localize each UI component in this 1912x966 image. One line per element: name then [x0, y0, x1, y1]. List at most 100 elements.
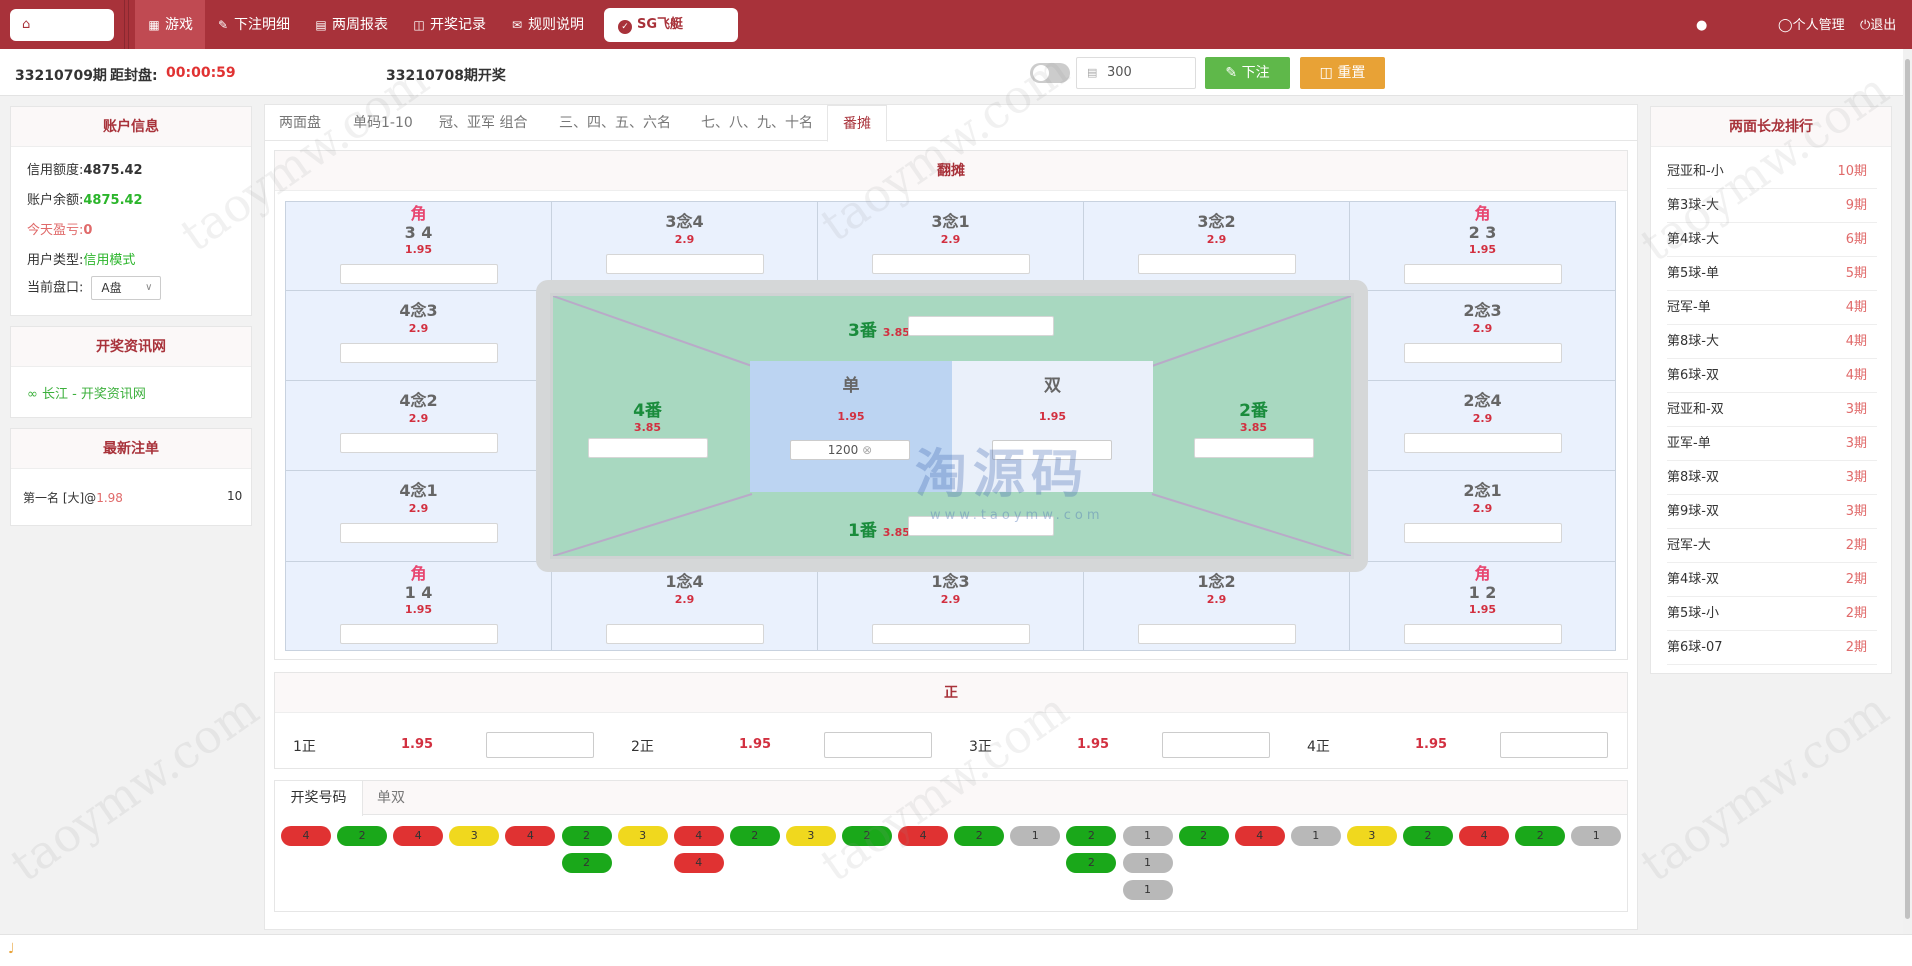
ranking-row: 第8球-双 3期: [1667, 461, 1877, 495]
ranking-name: 第8球-大: [1667, 334, 1719, 349]
pencil-icon: ✎: [217, 18, 229, 32]
scrollbar[interactable]: [1903, 49, 1912, 934]
bet-cell-4nian3[interactable]: 4念3 2.9: [285, 290, 552, 381]
bet-cell-2nian3[interactable]: 2念3 2.9: [1349, 290, 1616, 381]
ranking-name: 第5球-小: [1667, 606, 1719, 621]
zheng-3-odds: 1.95: [1077, 737, 1110, 752]
plate-select[interactable]: A盘 ∨: [91, 276, 162, 300]
nav-item-report[interactable]: ▤ 两周报表: [314, 0, 388, 49]
tab-3-6[interactable]: 三、四、五、六名: [559, 105, 671, 141]
user-icon[interactable]: ●: [1696, 0, 1707, 49]
nav-item-rules[interactable]: ✉ 规则说明: [510, 0, 584, 49]
fan-2-input[interactable]: [1194, 438, 1314, 458]
logout-button[interactable]: ⏻退出: [1860, 0, 1896, 49]
account-title: 账户信息: [11, 107, 251, 147]
tab-odd-even[interactable]: 单双: [377, 781, 405, 815]
ranking-value: 3期: [1845, 504, 1867, 519]
clear-icon[interactable]: ⊗: [858, 443, 872, 457]
bet-input[interactable]: [605, 624, 764, 644]
bet-input[interactable]: [339, 343, 498, 363]
fan-3-input[interactable]: [908, 316, 1054, 336]
draw-result-ball: 2: [561, 853, 612, 873]
credit-row: 信用额度:4875.42: [27, 163, 143, 178]
bet-cell-1nian4[interactable]: 1念4 2.9: [551, 561, 818, 651]
bet-cell-corner-34[interactable]: 角3 4 1.95: [285, 201, 552, 291]
tab-champion-combo[interactable]: 冠、亚军 组合: [439, 105, 527, 141]
tab-single-code[interactable]: 单码1-10: [353, 105, 413, 141]
ranking-value: 5期: [1845, 266, 1867, 281]
bet-input[interactable]: [339, 433, 498, 453]
personal-menu[interactable]: ◯个人管理: [1778, 0, 1845, 49]
zheng-title: 正: [275, 673, 1627, 713]
watermark: taoymw.com: [1630, 682, 1899, 892]
reset-button[interactable]: ◫ 重置: [1300, 57, 1385, 89]
zheng-2-input[interactable]: [824, 732, 932, 758]
tab-draw-numbers[interactable]: 开奖号码: [275, 781, 363, 816]
draw-result-ball: 2: [1515, 826, 1566, 846]
amount-input[interactable]: ▤ 300: [1076, 57, 1196, 89]
zheng-4-input[interactable]: [1500, 732, 1608, 758]
draw-result-ball: 1: [1122, 880, 1173, 900]
bet-input[interactable]: [1403, 264, 1562, 284]
bet-cell-corner-12[interactable]: 角1 2 1.95: [1349, 561, 1616, 651]
bet-input[interactable]: [1403, 624, 1562, 644]
balance-row: 账户余额:4875.42: [27, 193, 143, 208]
fan-4-input[interactable]: [588, 438, 708, 458]
last-draw: 33210708期开奖: [386, 68, 506, 84]
bet-cell-1nian2[interactable]: 1念2 2.9: [1083, 561, 1350, 651]
quick-bet-toggle[interactable]: [1030, 63, 1070, 83]
game-select-button[interactable]: ✓ SG飞艇: [604, 8, 738, 42]
bet-input[interactable]: [339, 523, 498, 543]
bet-input[interactable]: [1403, 343, 1562, 363]
bet-cell-3nian1[interactable]: 3念1 2.9: [817, 201, 1084, 291]
bet-cell-4nian2[interactable]: 4念2 2.9: [285, 380, 552, 471]
bet-cell-3nian2[interactable]: 3念2 2.9: [1083, 201, 1350, 291]
tab-fantan[interactable]: 番摊: [827, 105, 887, 142]
bet-button[interactable]: ✎ 下注: [1205, 57, 1290, 89]
nav-item-game[interactable]: ▦ 游戏: [135, 0, 205, 49]
bet-cell-corner-14[interactable]: 角1 4 1.95: [285, 561, 552, 651]
bet-cell-2nian4[interactable]: 2念4 2.9: [1349, 380, 1616, 471]
links-panel: 开奖资讯网 ∞ 长江 - 开奖资讯网: [10, 326, 252, 418]
bet-input[interactable]: [1137, 624, 1296, 644]
zheng-1-input[interactable]: [486, 732, 594, 758]
nav-item-draw-records[interactable]: ◫ 开奖记录: [412, 0, 486, 49]
trash-icon: ◫: [1319, 65, 1338, 81]
ranking-row: 冠亚和-小 10期: [1667, 155, 1877, 189]
ranking-name: 冠军-大: [1667, 538, 1711, 553]
bet-input[interactable]: [871, 254, 1030, 274]
bottom-bar: ♩: [0, 934, 1912, 966]
top-nav: ⌂ ▦ 游戏 ✎ 下注明细 ▤ 两周报表 ◫ 开奖记录 ✉ 规则说明 ✓ SG飞艇 ● ◯个…: [0, 0, 1912, 49]
zheng-2-label: 2正: [631, 739, 654, 755]
bet-input[interactable]: [339, 624, 498, 644]
bet-input[interactable]: [605, 254, 764, 274]
zheng-3-label: 3正: [969, 739, 992, 755]
bet-cell-2nian1[interactable]: 2念1 2.9: [1349, 470, 1616, 562]
nav-item-bet-details[interactable]: ✎ 下注明细: [216, 0, 290, 49]
bet-cell-4nian1[interactable]: 4念1 2.9: [285, 470, 552, 562]
bet-input[interactable]: [1137, 254, 1296, 274]
draw-result-ball: 2: [1066, 853, 1117, 873]
sound-icon[interactable]: ♩: [8, 941, 15, 957]
draw-result-ball: 4: [1459, 826, 1510, 846]
tab-7-10[interactable]: 七、八、九、十名: [701, 105, 813, 141]
home-icon: ⌂: [22, 17, 31, 32]
home-button[interactable]: ⌂: [10, 9, 114, 41]
bet-input[interactable]: [339, 264, 498, 284]
bet-input[interactable]: [871, 624, 1030, 644]
ranking-name: 第6球-07: [1667, 640, 1723, 655]
ranking-value: 3期: [1845, 436, 1867, 451]
bet-cell-1nian3[interactable]: 1念3 2.9: [817, 561, 1084, 651]
draw-result-ball: 1: [1571, 826, 1622, 846]
odd-amount-input[interactable]: 1200 ⊗: [790, 440, 910, 460]
zheng-1-odds: 1.95: [401, 737, 434, 752]
zheng-3-input[interactable]: [1162, 732, 1270, 758]
bet-input[interactable]: [1403, 523, 1562, 543]
tab-two-sides[interactable]: 两面盘: [279, 105, 321, 141]
link-item[interactable]: ∞ 长江 - 开奖资讯网: [27, 383, 146, 402]
bet-cell-corner-23[interactable]: 角2 3 1.95: [1349, 201, 1616, 291]
bet-cell-3nian4[interactable]: 3念4 2.9: [551, 201, 818, 291]
edit-icon: ✎: [1225, 65, 1242, 81]
nav-separator: [124, 0, 125, 49]
bet-input[interactable]: [1403, 433, 1562, 453]
